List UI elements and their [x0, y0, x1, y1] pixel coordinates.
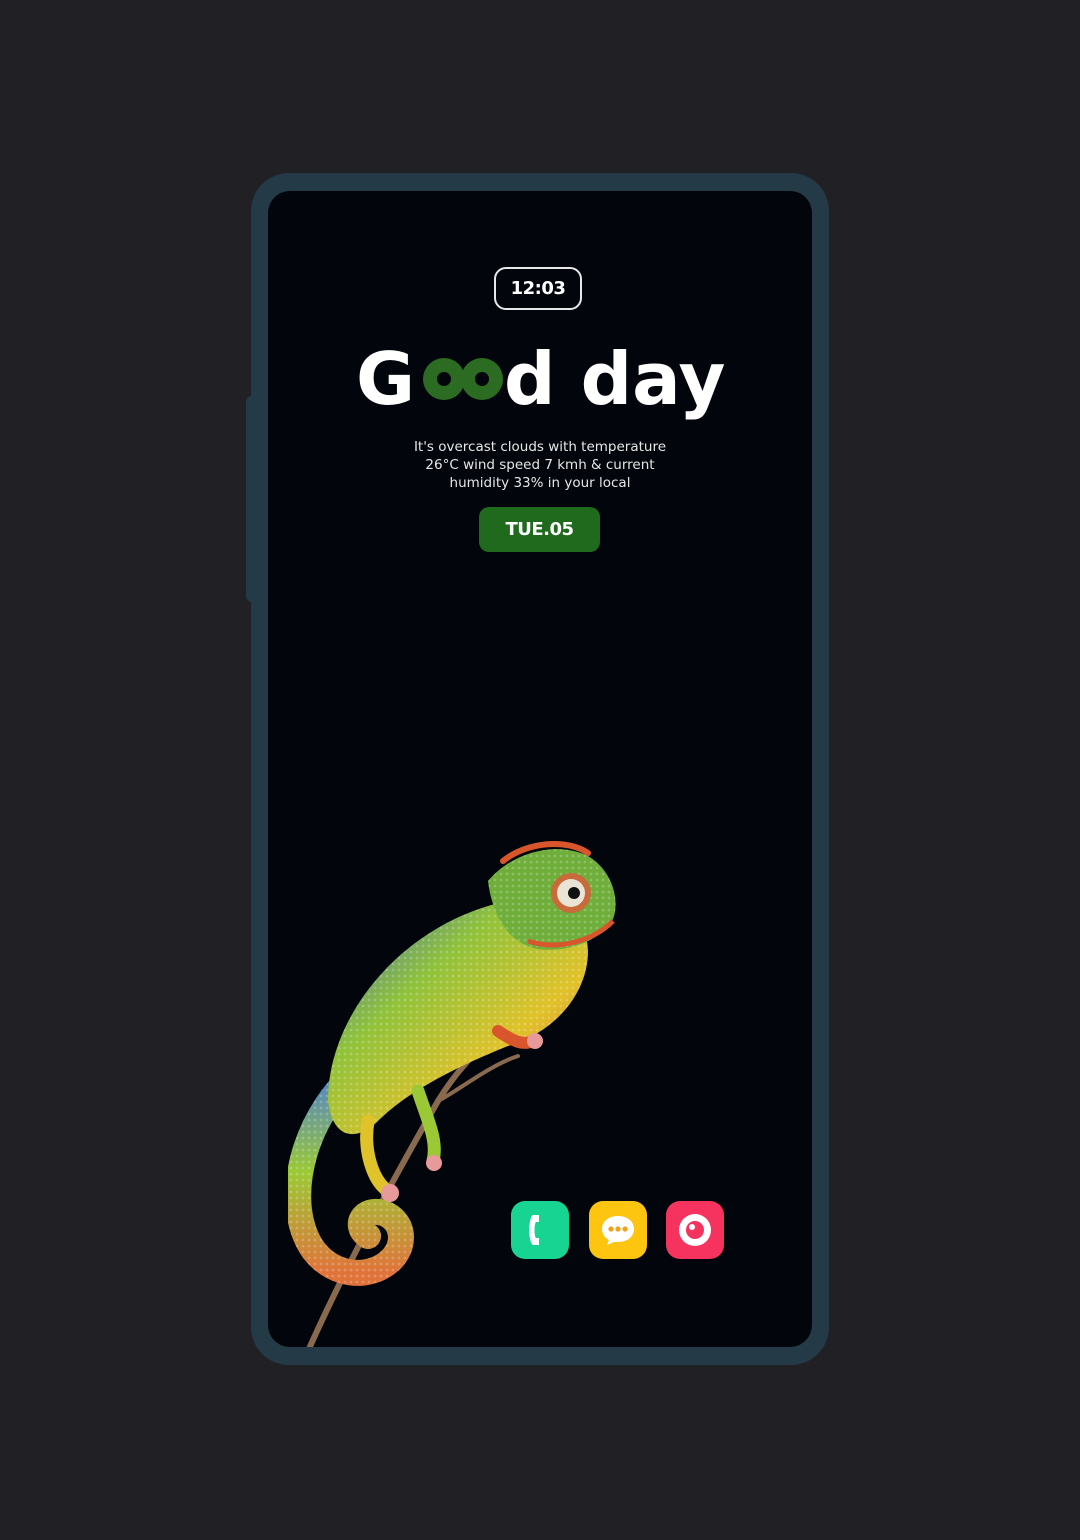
home-screen: 12:03 G d day It's overcast clouds with …: [268, 191, 812, 1347]
phone-app-button[interactable]: [511, 1201, 569, 1259]
greeting-svg: G d day: [356, 337, 725, 421]
date-label: TUE.05: [505, 519, 574, 540]
camera-app-button[interactable]: [666, 1201, 724, 1259]
greeting-prefix: G: [356, 337, 415, 421]
weather-summary: It's overcast clouds with temperature 26…: [390, 438, 690, 492]
date-badge[interactable]: TUE.05: [479, 507, 600, 552]
greeting-oo-mark: [423, 358, 503, 400]
messages-app-button[interactable]: [589, 1201, 647, 1259]
chameleon-wallpaper: [288, 841, 616, 1347]
greeting-suffix: d day: [504, 337, 725, 421]
stage: 12:03 G d day It's overcast clouds with …: [0, 0, 1080, 1540]
phone-icon: [529, 1215, 539, 1245]
weather-line: humidity 33% in your local: [449, 475, 631, 491]
clock-widget[interactable]: 12:03: [494, 267, 582, 310]
chat-bubble-icon: [602, 1216, 634, 1245]
clock-time: 12:03: [510, 278, 566, 299]
camera-icon: [679, 1214, 711, 1246]
weather-line: It's overcast clouds with temperature: [413, 439, 667, 455]
phone-frame: 12:03 G d day It's overcast clouds with …: [251, 173, 829, 1365]
greeting-title: G d day: [268, 331, 812, 431]
weather-line: 26°C wind speed 7 kmh & current: [425, 457, 655, 473]
app-dock: [511, 1201, 725, 1259]
